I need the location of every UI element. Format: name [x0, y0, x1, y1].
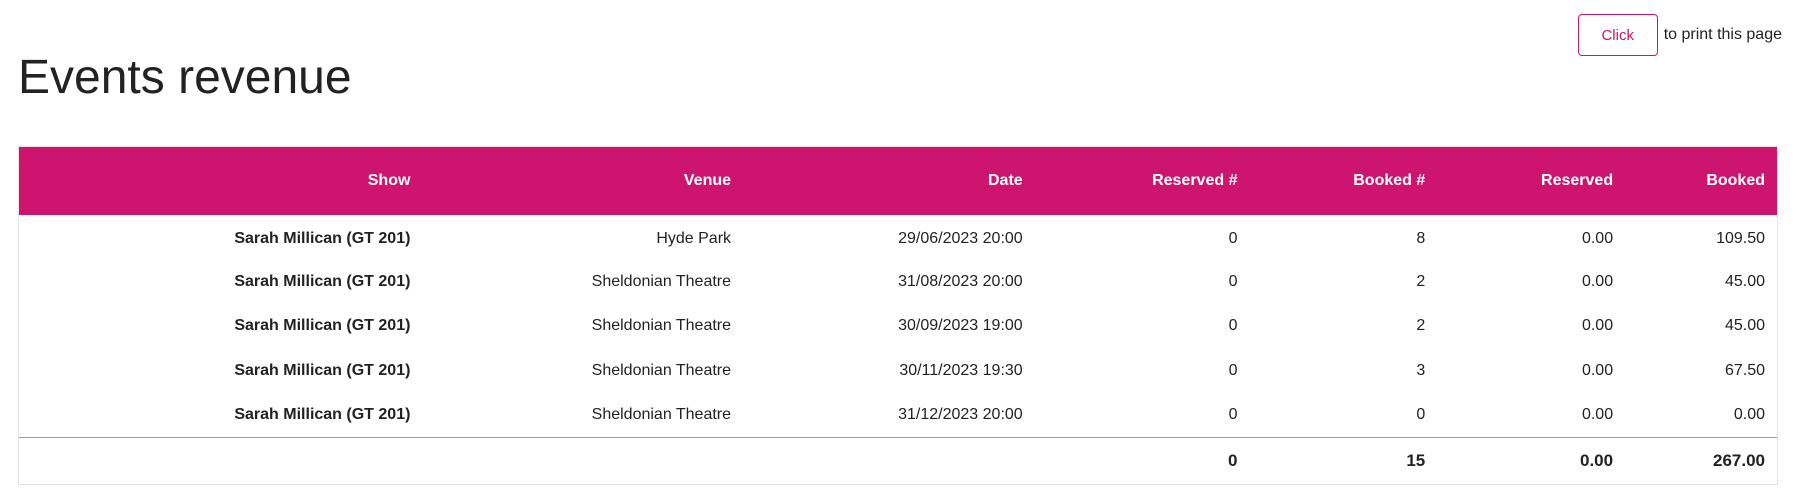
cell-booked: 109.50 — [1716, 230, 1765, 248]
table-header-row: Show Venue Date Reserved # Booked # Rese… — [19, 147, 1777, 215]
cell-booked-count: 8 — [1416, 230, 1426, 248]
cell-show: Sarah Millican (GT 201) — [234, 406, 411, 423]
cell-date: 30/11/2023 19:30 — [899, 361, 1023, 379]
cell-reserved-count: 0 — [1228, 230, 1238, 248]
cell-reserved-count: 0 — [1228, 406, 1238, 423]
table-row: Sarah Millican (GT 201) Hyde Park 29/06/… — [19, 215, 1777, 260]
totals-empty-cell — [422, 438, 743, 484]
column-header-date: Date — [988, 172, 1023, 189]
cell-reserved: 0.00 — [1581, 272, 1614, 290]
cell-venue: Sheldonian Theatre — [591, 272, 732, 290]
total-booked: 267.00 — [1713, 450, 1765, 470]
cell-date: 31/12/2023 20:00 — [898, 406, 1023, 423]
cell-venue: Hyde Park — [656, 230, 732, 248]
print-button[interactable]: Click — [1577, 14, 1658, 56]
cell-booked: 45.00 — [1724, 317, 1765, 335]
cell-venue: Sheldonian Theatre — [591, 361, 732, 379]
cell-booked-count: 3 — [1416, 361, 1426, 379]
cell-booked: 67.50 — [1724, 361, 1765, 379]
totals-row: 0 15 0.00 267.00 — [19, 437, 1777, 484]
table-row: Sarah Millican (GT 201) Sheldonian Theat… — [19, 260, 1777, 305]
cell-venue: Sheldonian Theatre — [591, 406, 732, 423]
cell-date: 30/09/2023 19:00 — [898, 317, 1023, 335]
total-reserved: 0.00 — [1580, 450, 1614, 470]
cell-booked-count: 2 — [1416, 317, 1426, 335]
cell-venue: Sheldonian Theatre — [591, 317, 732, 335]
column-header-reserved-count: Reserved # — [1152, 172, 1238, 189]
print-instruction: to print this page — [1663, 26, 1782, 43]
totals-empty-cell — [19, 438, 422, 484]
cell-reserved: 0.00 — [1581, 317, 1614, 335]
page: Click to print this page Events revenue … — [0, 0, 1796, 499]
cell-show: Sarah Millican (GT 201) — [234, 272, 411, 290]
page-title: Events revenue — [18, 51, 352, 104]
column-header-reserved: Reserved — [1541, 172, 1614, 189]
totals-empty-cell — [743, 438, 1035, 484]
cell-reserved: 0.00 — [1581, 406, 1614, 423]
cell-reserved-count: 0 — [1228, 272, 1238, 290]
table-row: Sarah Millican (GT 201) Sheldonian Theat… — [19, 393, 1777, 438]
total-reserved-count: 0 — [1228, 450, 1238, 470]
cell-booked: 45.00 — [1724, 272, 1765, 290]
total-booked-count: 15 — [1406, 450, 1426, 470]
cell-show: Sarah Millican (GT 201) — [234, 317, 411, 335]
cell-show: Sarah Millican (GT 201) — [234, 230, 411, 248]
column-header-booked-count: Booked # — [1353, 172, 1426, 189]
cell-date: 31/08/2023 20:00 — [898, 272, 1023, 290]
column-header-booked: Booked — [1706, 172, 1765, 189]
column-header-show: Show — [367, 172, 411, 189]
cell-booked-count: 2 — [1416, 272, 1426, 290]
column-header-venue: Venue — [683, 172, 732, 189]
revenue-table-container: Show Venue Date Reserved # Booked # Rese… — [18, 146, 1778, 485]
cell-reserved-count: 0 — [1228, 317, 1238, 335]
cell-booked: 0.00 — [1733, 406, 1765, 423]
revenue-table: Show Venue Date Reserved # Booked # Rese… — [19, 147, 1777, 484]
cell-date: 29/06/2023 20:00 — [898, 230, 1023, 248]
print-bar: Click to print this page — [1577, 14, 1782, 56]
cell-reserved: 0.00 — [1581, 361, 1614, 379]
cell-reserved: 0.00 — [1581, 230, 1614, 248]
cell-reserved-count: 0 — [1228, 361, 1238, 379]
cell-show: Sarah Millican (GT 201) — [234, 361, 411, 379]
table-row: Sarah Millican (GT 201) Sheldonian Theat… — [19, 304, 1777, 349]
cell-booked-count: 0 — [1416, 406, 1426, 423]
table-row: Sarah Millican (GT 201) Sheldonian Theat… — [19, 349, 1777, 394]
